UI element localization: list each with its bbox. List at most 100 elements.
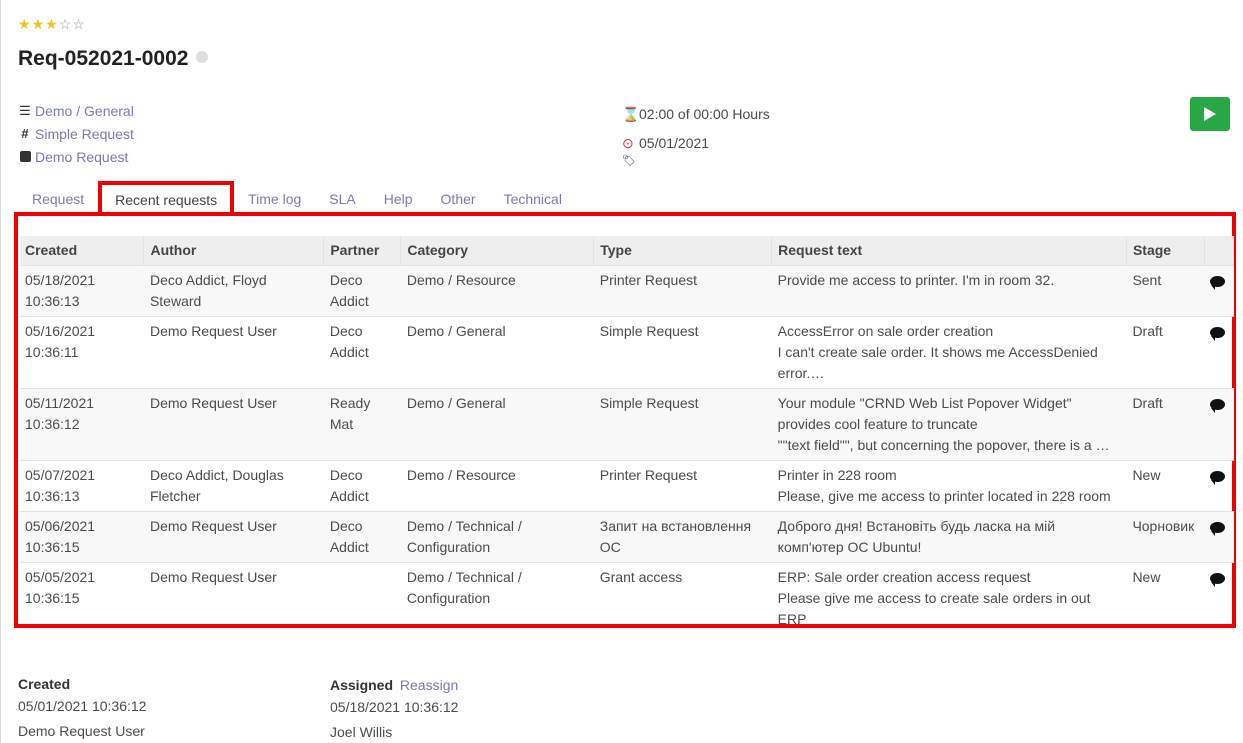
- cell-stage: Чорновик: [1126, 510, 1205, 562]
- cell-partner: Deco Addict: [323, 315, 401, 388]
- assigned-to-link[interactable]: Joel Willis: [330, 720, 458, 743]
- cell-partner-line: Deco: [329, 517, 363, 534]
- tab-sla[interactable]: SLA: [315, 181, 369, 214]
- col-stage[interactable]: Stage: [1126, 236, 1205, 265]
- assigned-date: 05/18/2021 10:36:12: [330, 699, 459, 715]
- cell-category: Demo / General: [400, 315, 594, 388]
- recent-requests-table: Created Author Partner Category Type Req…: [20, 236, 1235, 634]
- cell-author-line: Steward: [149, 292, 202, 309]
- cell-request-text-line: комп'ютер ОС Ubuntu!: [777, 538, 922, 555]
- cell-request-text-line: Please give me access to create sale ord…: [777, 589, 1091, 606]
- cell-created: 05/11/2021 10:36:12: [20, 387, 144, 460]
- cell-request-text-line: Доброго дня! Встановіть будь ласка на мі…: [777, 517, 1056, 534]
- cell-author: Demo Request User: [143, 561, 324, 634]
- cell-request-text-line: I can't create sale order. It shows me A…: [777, 343, 1098, 360]
- star-filled-icon[interactable]: ★: [18, 16, 32, 32]
- time-spent: 02:00 of 00:00 Hours: [639, 106, 770, 122]
- square-icon: [18, 148, 32, 166]
- cell-category-line: Configuration: [406, 589, 491, 606]
- type-row: # Simple Request: [18, 122, 134, 145]
- cell-created-line: 10:36:15: [25, 538, 80, 555]
- cell-request-text-line: error.…: [777, 364, 825, 381]
- cell-request-text-line: AccessError on sale order creation: [777, 322, 994, 339]
- cell-type-line: Printer Request: [599, 271, 698, 288]
- cell-author: Demo Request User: [143, 387, 324, 460]
- tab-time-log[interactable]: Time log: [234, 181, 315, 214]
- category-row: ☰ Demo / General: [18, 99, 134, 122]
- col-created[interactable]: Created: [20, 236, 145, 265]
- star-empty-icon[interactable]: ☆: [59, 16, 73, 32]
- cell-author-line: Deco Addict, Douglas: [149, 466, 284, 483]
- start-work-button[interactable]: [1190, 97, 1230, 131]
- priority-stars[interactable]: ★★★☆☆: [18, 16, 86, 33]
- cell-created: 05/07/2021 10:36:13: [20, 459, 144, 511]
- cell-type-line: Printer Request: [599, 466, 698, 483]
- cell-type-line: Simple Request: [599, 394, 699, 411]
- tags-icon[interactable]: 🏷: [622, 155, 636, 167]
- table-row[interactable]: 05/07/2021 10:36:13 Deco Addict, Douglas Fl…: [20, 459, 1234, 511]
- comment-icon[interactable]: [1210, 470, 1226, 485]
- cell-partner-line: Deco: [329, 322, 363, 339]
- comment-icon[interactable]: [1210, 398, 1226, 413]
- tab-recent-requests[interactable]: Recent requests: [98, 181, 235, 214]
- type-link[interactable]: Simple Request: [35, 125, 134, 143]
- cell-stage: Draft: [1126, 315, 1205, 388]
- cell-actions: [1204, 561, 1234, 634]
- created-block: Created 05/01/2021 10:36:12 Demo Request…: [18, 674, 146, 743]
- cell-partner-line: Addict: [329, 538, 369, 555]
- tab-other[interactable]: Other: [427, 181, 490, 214]
- col-partner[interactable]: Partner: [323, 236, 402, 265]
- col-actions: [1204, 236, 1235, 265]
- cell-created-line: 10:36:13: [25, 292, 80, 309]
- cell-type-line: Запит на встановлення: [599, 517, 752, 534]
- request-timing: ⌛02:00 of 00:00 Hours ⊙ 05/01/2021 🏷: [622, 104, 770, 167]
- kanban-state-icon[interactable]: [196, 51, 209, 63]
- table-row[interactable]: 05/16/2021 10:36:11 Demo Request User Deco A…: [20, 315, 1234, 388]
- deadline: 05/01/2021: [639, 135, 710, 151]
- table-row[interactable]: 05/06/2021 10:36:15 Demo Request User Deco A…: [20, 510, 1234, 562]
- col-type[interactable]: Type: [593, 236, 773, 265]
- request-meta: ☰ Demo / General # Simple Request Demo R…: [18, 99, 134, 168]
- cell-created: 05/06/2021 10:36:15: [20, 510, 144, 562]
- reassign-link[interactable]: Reassign: [400, 677, 458, 693]
- cell-category: Demo / Technical / Configuration: [400, 510, 594, 562]
- comment-icon[interactable]: [1210, 572, 1226, 587]
- comment-icon[interactable]: [1210, 521, 1226, 536]
- star-empty-icon[interactable]: ☆: [72, 16, 86, 32]
- cell-category-line: Demo / General: [406, 322, 506, 339]
- cell-request-text: Your module "CRND Web List Popover Widge…: [771, 387, 1127, 460]
- cell-request-text-line: Printer in 228 room: [777, 466, 897, 483]
- col-category[interactable]: Category: [400, 236, 595, 265]
- cell-type: Simple Request: [593, 387, 772, 460]
- category-link[interactable]: Demo / General: [35, 102, 134, 120]
- cell-created-line: 05/18/2021: [25, 271, 96, 288]
- cell-category: Demo / Resource: [400, 459, 594, 511]
- left-border: [0, 0, 1, 743]
- cell-request-text-line: Your module "CRND Web List Popover Widge…: [777, 394, 1072, 411]
- cell-partner: Deco Addict: [323, 459, 401, 511]
- tags-row: 🏷: [622, 153, 770, 167]
- col-author[interactable]: Author: [143, 236, 325, 265]
- cell-category-line: Demo / Resource: [406, 271, 516, 288]
- comment-icon[interactable]: [1210, 275, 1226, 290]
- cell-partner-line: Deco: [329, 466, 363, 483]
- star-filled-icon[interactable]: ★: [45, 16, 59, 32]
- created-by-link[interactable]: Demo Request User: [18, 719, 146, 743]
- tab-help[interactable]: Help: [370, 181, 427, 214]
- tab-technical[interactable]: Technical: [490, 181, 576, 214]
- tab-request[interactable]: Request: [18, 181, 98, 214]
- service-link[interactable]: Demo Request: [35, 148, 128, 166]
- assigned-label: Assigned: [330, 677, 394, 693]
- cell-partner-line: Addict: [329, 292, 369, 309]
- star-filled-icon[interactable]: ★: [32, 16, 46, 32]
- table-row[interactable]: 05/11/2021 10:36:12 Demo Request User Ready…: [20, 387, 1234, 460]
- table-row[interactable]: 05/18/2021 10:36:13 Deco Addict, Floyd Stew…: [20, 264, 1234, 316]
- table-row[interactable]: 05/05/2021 10:36:15 Demo Request User Demo …: [20, 561, 1234, 634]
- comment-icon[interactable]: [1210, 326, 1226, 341]
- cell-request-text: Доброго дня! Встановіть будь ласка на мі…: [771, 510, 1127, 562]
- deadline-row: ⊙ 05/01/2021: [622, 133, 770, 153]
- created-label: Created: [18, 676, 71, 692]
- hourglass-icon: ⌛: [622, 106, 640, 122]
- recent-requests-panel: Created Author Partner Category Type Req…: [14, 212, 1236, 634]
- col-request-text[interactable]: Request text: [771, 236, 1127, 265]
